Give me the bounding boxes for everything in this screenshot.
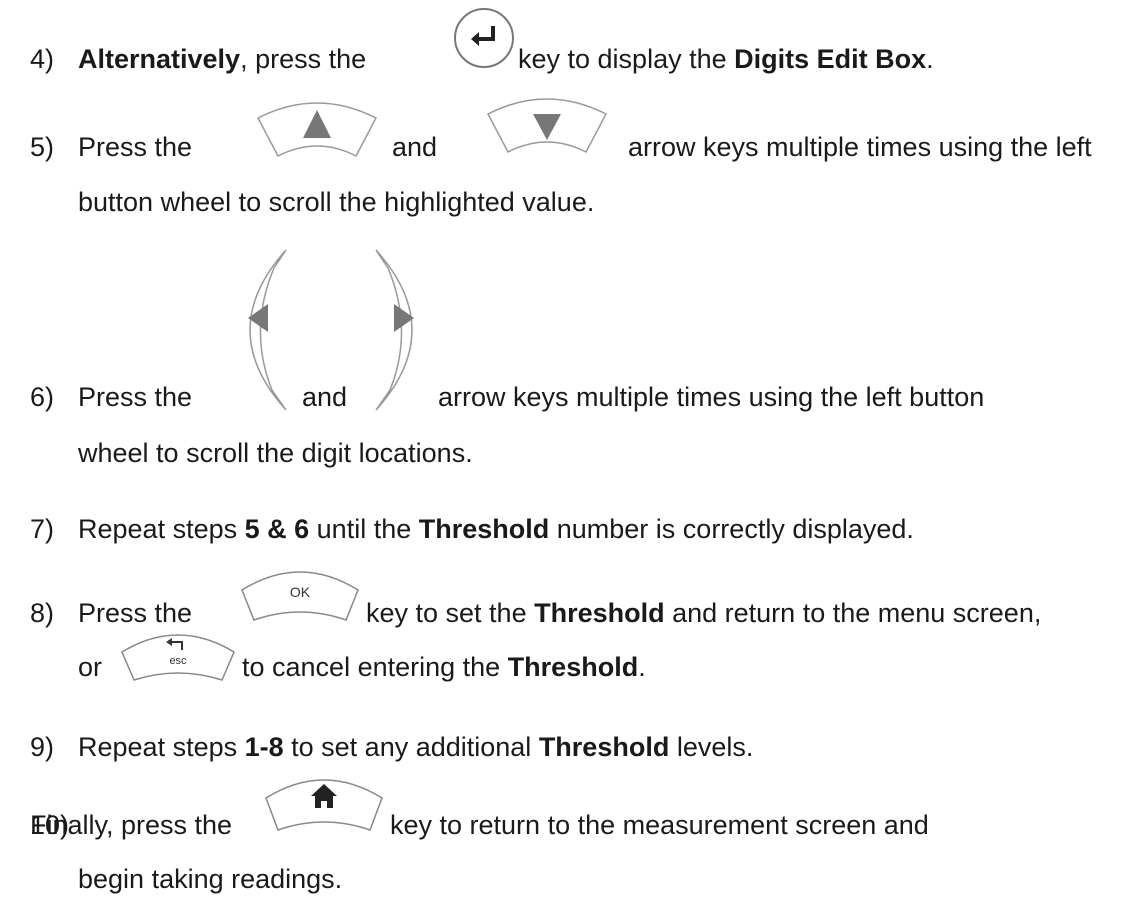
ok-key-label: OK [290,584,311,600]
step-text: Finally, press the [30,810,233,840]
step-number: 7) [30,514,55,544]
up-arrow-key-icon [252,100,382,162]
step-text: Press the [78,132,193,162]
step-text-bold: Threshold [534,598,665,628]
step-text-bold: Threshold [538,732,670,762]
step-text: button wheel to scroll the highlighted v… [78,187,595,217]
step-text-bold: Threshold [507,652,639,682]
step-text: and [302,382,348,412]
step-number: 9) [30,732,55,762]
step-text: Press the [78,598,193,628]
step-text: Repeat steps [78,732,245,762]
step-text: key to display the [518,44,735,74]
step-text: begin taking readings. [78,864,343,894]
step-number: 5) [30,132,55,162]
down-arrow-key-icon [482,96,612,158]
step-text-bold: 1-8 [244,732,284,762]
left-arrow-key-icon [228,246,300,414]
step-text-bold: Alternatively [78,44,241,74]
step-text: Press the [78,382,193,412]
enter-key-icon [452,6,516,70]
right-arrow-key-icon [362,246,434,414]
step-text-bold: Threshold [418,514,550,544]
step-text: key to set the [366,598,535,628]
esc-key-icon: esc [118,628,238,686]
step-text: to cancel entering the [242,652,508,682]
step-number: 6) [30,382,55,412]
step-text: arrow keys multiple times using the left… [438,382,985,412]
step-number: 8) [30,598,55,628]
home-key-icon [262,772,386,836]
step-text: or [78,652,103,682]
step-text: key to return to the measurement screen … [390,810,929,840]
step-text: , press the [240,44,367,74]
step-number: 4) [30,44,55,74]
step-text: wheel to scroll the digit locations. [78,438,473,468]
step-text: and [392,132,438,162]
ok-key-icon: OK [238,564,362,626]
step-text: Repeat steps [78,514,245,544]
step-text-bold: Digits Edit Box [734,44,927,74]
step-text: arrow keys multiple times using the left [628,132,1092,162]
esc-key-label: esc [169,655,187,667]
step-text-bold: 5 & 6 [244,514,310,544]
